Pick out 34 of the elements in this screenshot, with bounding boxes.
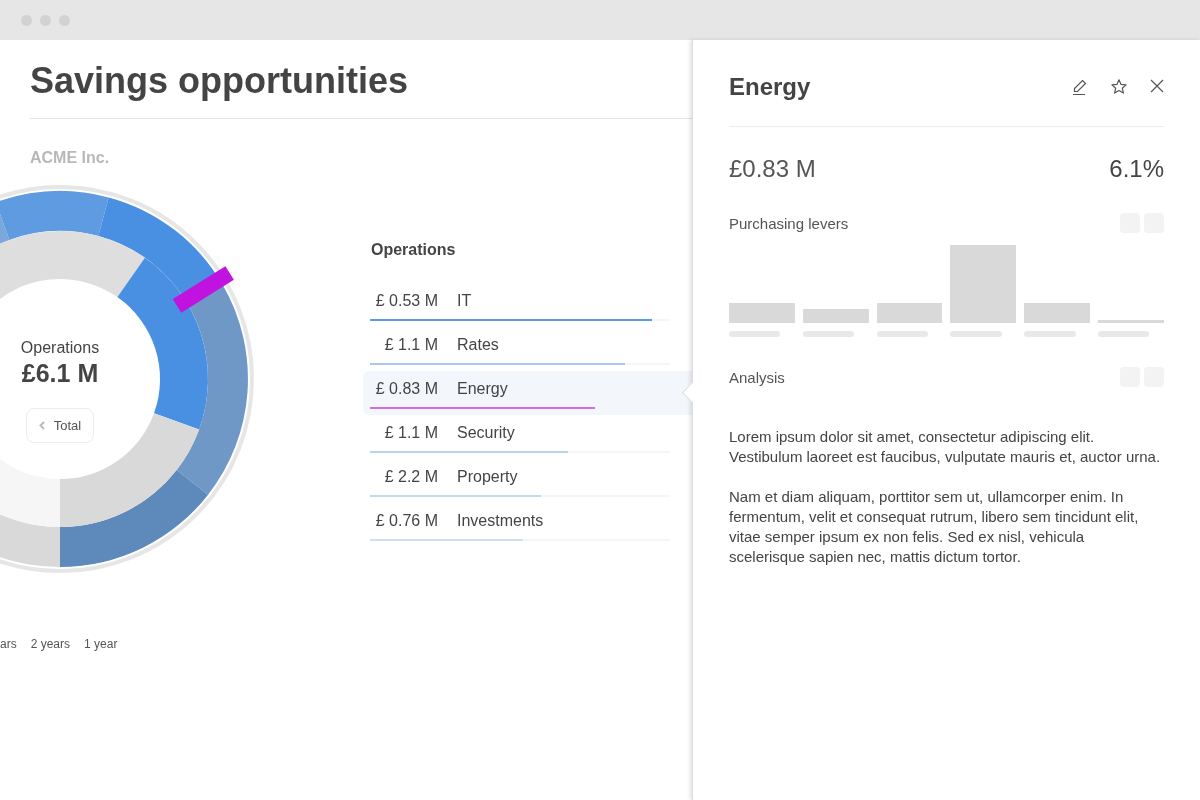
category-row[interactable]: £ 1.1 M Security <box>363 415 692 459</box>
category-name: Investments <box>457 512 544 530</box>
period-option[interactable]: ars <box>0 637 17 651</box>
page-title: Savings opportunities <box>30 60 410 102</box>
amount: £ 1.1 M <box>383 336 438 354</box>
category-name: IT <box>457 292 472 310</box>
amount: £ 1.1 M <box>383 424 438 442</box>
detail-share: 6.1% <box>1109 155 1164 183</box>
detail-title: Energy <box>729 73 811 101</box>
total-button[interactable]: Total <box>25 408 95 443</box>
section-title: Purchasing levers <box>729 214 849 232</box>
category-row[interactable]: £ 0.53 M IT <box>363 283 692 327</box>
category-name: Property <box>457 468 518 486</box>
category-row[interactable]: £ 1.1 M Rates <box>363 327 692 371</box>
analysis-paragraph: Nam et diam aliquam, porttitor sem ut, ullamcorper enim. In fermentum, velit et consequat rutrum, libero sem tincidunt elit, vitae semper ipsum ex non felis. Sed ex nisl, vehicula scelerisque sapien nec, mattis dictum tortor. <box>729 487 1140 567</box>
company-name: ACME Inc. <box>30 149 111 167</box>
period-option[interactable]: 2 years <box>30 637 71 651</box>
detail-amount: £0.83 M <box>729 155 816 183</box>
amount: £ 0.53 M <box>374 292 438 310</box>
analysis-paragraph: Lorem ipsum dolor sit amet, consectetur adipiscing elit. Vestibulum laoreet est faucibus, vulputate mauris et, auctor urna. <box>729 427 1162 467</box>
category-name: Security <box>457 424 515 442</box>
period-option[interactable]: 1 year <box>84 637 118 651</box>
amount: £ 2.2 M <box>383 468 438 486</box>
category-row[interactable]: £ 0.76 M Investments <box>363 503 692 547</box>
category-row[interactable]: £ 2.2 M Property <box>363 459 692 503</box>
category-name: Energy <box>457 380 508 398</box>
donut-label: Operations <box>20 339 100 357</box>
chevron-left-icon <box>38 421 45 430</box>
section-title: Analysis <box>729 368 785 386</box>
donut-total: £6.1 M <box>21 359 99 388</box>
list-title: Operations <box>370 241 457 259</box>
amount: £ 0.83 M <box>374 380 438 398</box>
category-name: Rates <box>457 336 499 354</box>
amount: £ 0.76 M <box>374 512 438 530</box>
